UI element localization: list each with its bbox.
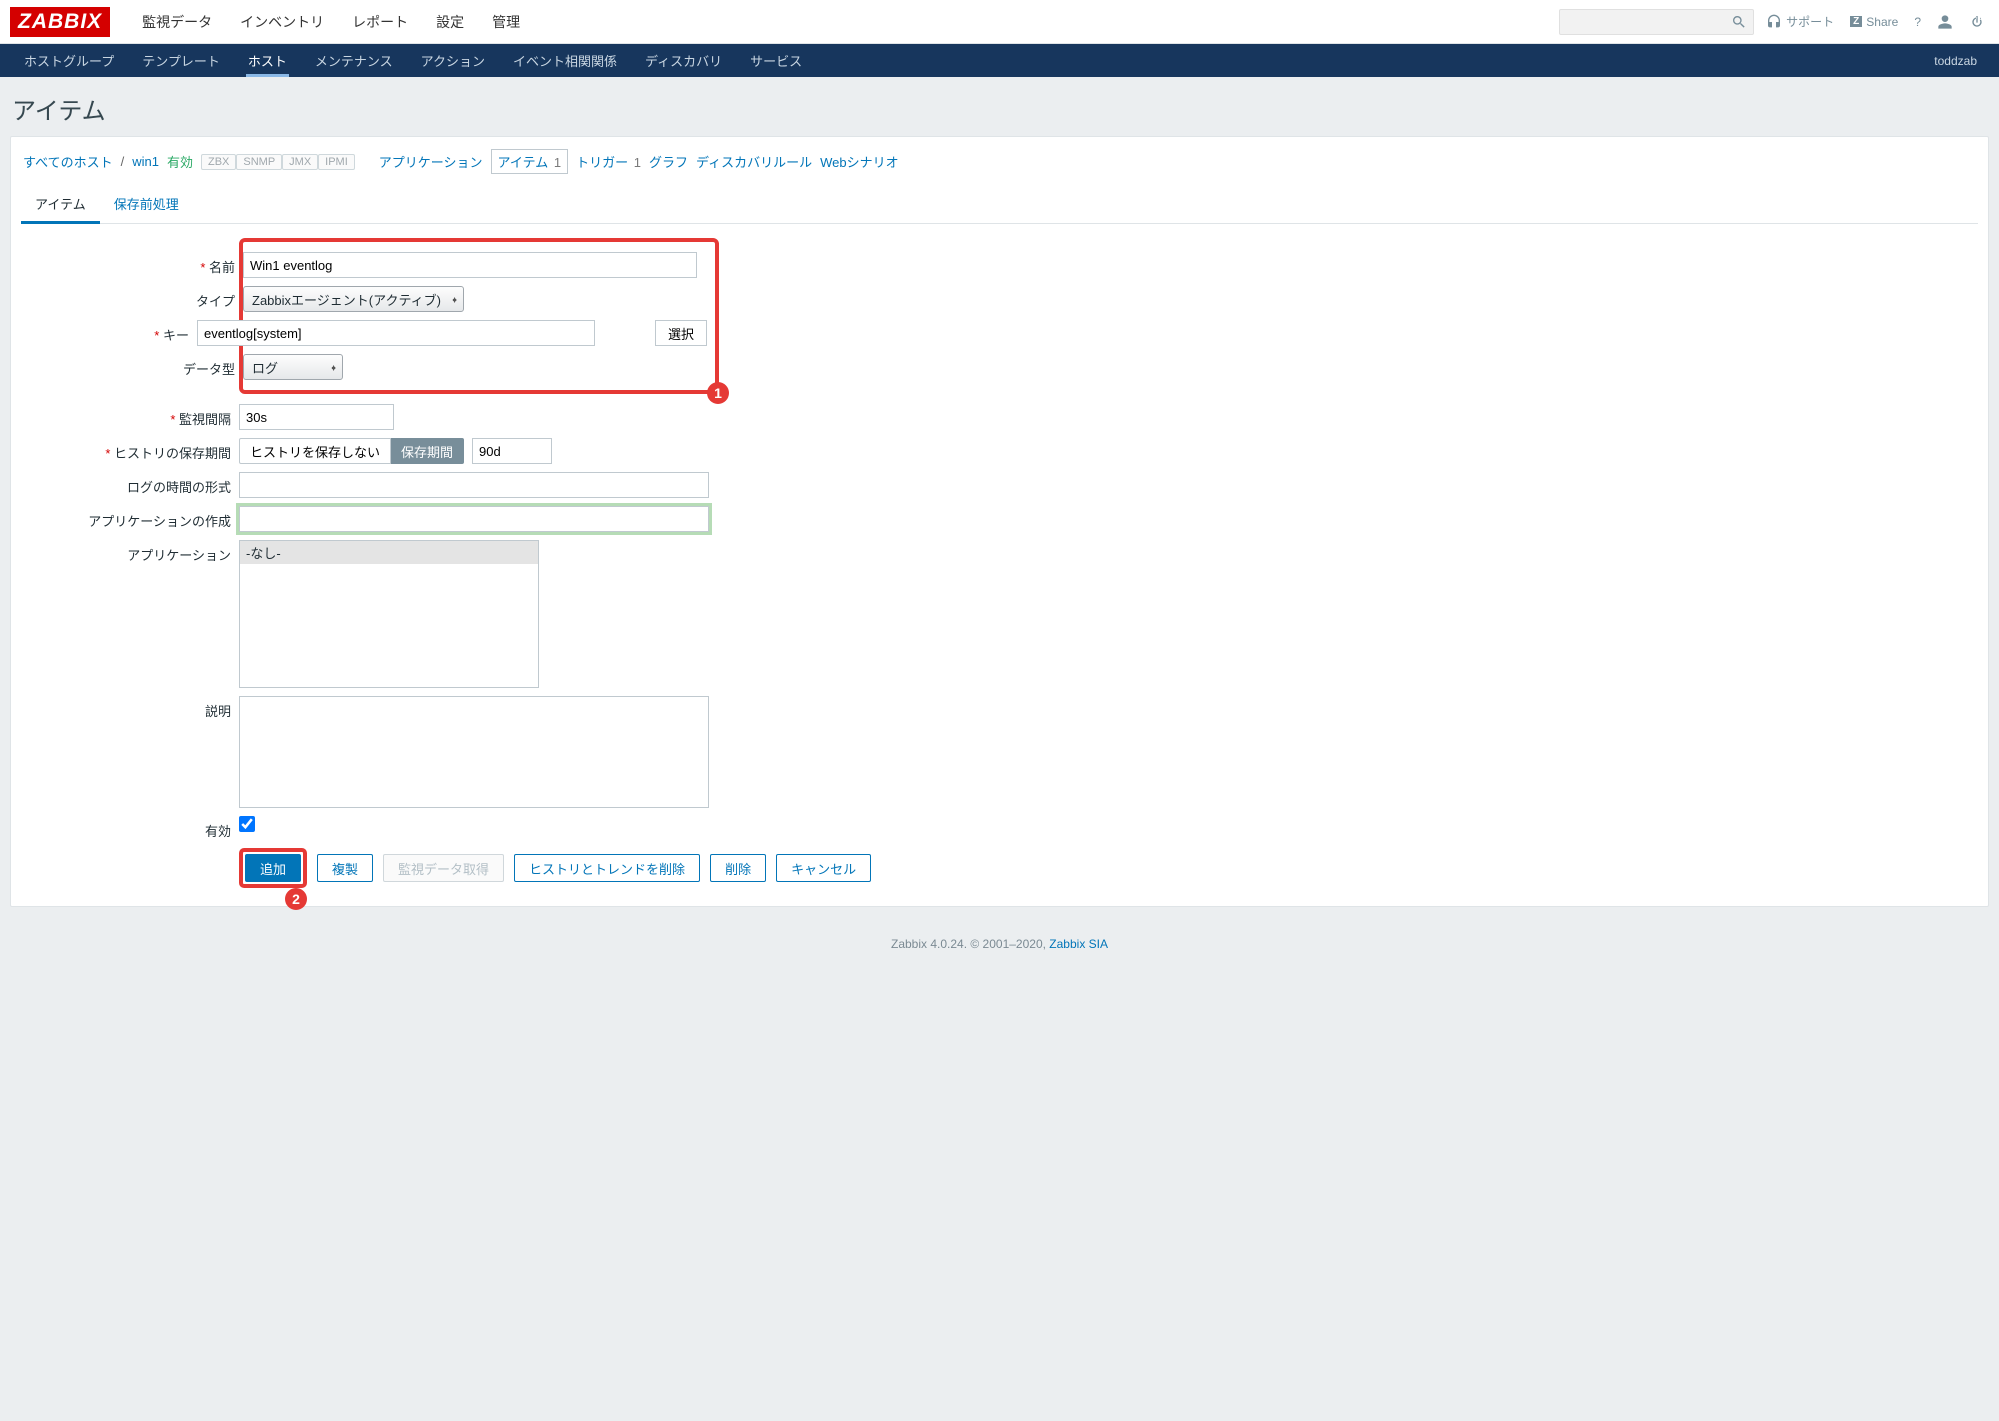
input-history[interactable] bbox=[472, 438, 552, 464]
label-datatype: データ型 bbox=[25, 354, 243, 378]
bc-discovery[interactable]: ディスカバリルール bbox=[696, 152, 812, 171]
subnav-services[interactable]: サービス bbox=[736, 44, 816, 77]
search-input[interactable] bbox=[1559, 9, 1754, 35]
delete-button[interactable]: 削除 bbox=[710, 854, 766, 882]
listbox-app[interactable]: -なし- bbox=[239, 540, 539, 688]
input-name[interactable] bbox=[243, 252, 697, 278]
help-link[interactable]: ? bbox=[1910, 15, 1925, 29]
input-logtime[interactable] bbox=[239, 472, 709, 498]
subnav-maintenance[interactable]: メンテナンス bbox=[301, 44, 407, 77]
bc-status: 有効 bbox=[167, 152, 193, 171]
input-interval[interactable] bbox=[239, 404, 394, 430]
seg-history-off[interactable]: ヒストリを保存しない bbox=[239, 438, 391, 464]
label-logtime: ログの時間の形式 bbox=[21, 472, 239, 496]
input-key[interactable] bbox=[197, 320, 595, 346]
power-icon[interactable] bbox=[1965, 14, 1989, 30]
subnav-hosts[interactable]: ホスト bbox=[234, 44, 301, 77]
bc-graphs[interactable]: グラフ bbox=[649, 152, 688, 171]
chip-snmp: SNMP bbox=[236, 154, 282, 170]
bc-items[interactable]: アイテム bbox=[498, 155, 549, 170]
topnav-inventory[interactable]: インベントリ bbox=[226, 0, 338, 44]
username: toddzab bbox=[1922, 54, 1989, 68]
topnav-monitoring[interactable]: 監視データ bbox=[128, 0, 226, 44]
label-key: キー bbox=[25, 320, 197, 344]
top-bar: ZABBIX 監視データ インベントリ レポート 設定 管理 サポート Z Sh… bbox=[0, 0, 1999, 44]
checkbox-enabled[interactable] bbox=[239, 816, 255, 832]
key-select-button[interactable]: 選択 bbox=[655, 320, 707, 346]
subnav-actions[interactable]: アクション bbox=[407, 44, 499, 77]
tabs: アイテム 保存前処理 bbox=[21, 186, 1978, 224]
sub-bar: ホストグループ テンプレート ホスト メンテナンス アクション イベント相関関係… bbox=[0, 44, 1999, 77]
label-type: タイプ bbox=[25, 286, 243, 310]
label-interval: 監視間隔 bbox=[21, 404, 239, 428]
app-option-none[interactable]: -なし- bbox=[240, 541, 538, 564]
user-icon[interactable] bbox=[1933, 14, 1957, 30]
label-history: ヒストリの保存期間 bbox=[21, 438, 239, 462]
bc-web[interactable]: Webシナリオ bbox=[820, 152, 899, 171]
logo[interactable]: ZABBIX bbox=[10, 7, 110, 37]
search-icon bbox=[1731, 14, 1747, 30]
subnav-discovery[interactable]: ディスカバリ bbox=[631, 44, 736, 77]
breadcrumb: すべてのホスト / win1 有効 ZBX SNMP JMX IPMI アプリケ… bbox=[21, 147, 1978, 186]
bc-host[interactable]: win1 bbox=[132, 154, 159, 169]
z-icon: Z bbox=[1850, 16, 1862, 27]
subnav-correlation[interactable]: イベント相関関係 bbox=[499, 44, 631, 77]
execute-button: 監視データ取得 bbox=[383, 854, 504, 882]
topnav-config[interactable]: 設定 bbox=[422, 0, 478, 44]
bc-applications[interactable]: アプリケーション bbox=[379, 152, 483, 171]
label-enabled: 有効 bbox=[21, 816, 239, 840]
tab-preprocess[interactable]: 保存前処理 bbox=[100, 186, 193, 223]
subnav-templates[interactable]: テンプレート bbox=[128, 44, 234, 77]
input-newapp[interactable] bbox=[239, 506, 709, 532]
select-type[interactable]: Zabbixエージェント(アクティブ) bbox=[243, 286, 464, 312]
page-title: アイテム bbox=[0, 77, 1999, 136]
bc-all-hosts[interactable]: すべてのホスト bbox=[23, 152, 113, 171]
label-name: 名前 bbox=[25, 252, 243, 276]
chip-ipmi: IPMI bbox=[318, 154, 355, 170]
topnav-admin[interactable]: 管理 bbox=[478, 0, 534, 44]
chip-jmx: JMX bbox=[282, 154, 318, 170]
chip-zbx: ZBX bbox=[201, 154, 236, 170]
bc-triggers[interactable]: トリガー bbox=[576, 155, 628, 170]
content-box: すべてのホスト / win1 有効 ZBX SNMP JMX IPMI アプリケ… bbox=[10, 136, 1989, 907]
topnav-reports[interactable]: レポート bbox=[338, 0, 422, 44]
callout-2: 2 bbox=[285, 888, 307, 910]
label-desc: 説明 bbox=[21, 696, 239, 720]
callout-1: 1 bbox=[707, 382, 729, 404]
cancel-button[interactable]: キャンセル bbox=[776, 854, 871, 882]
subnav-hostgroups[interactable]: ホストグループ bbox=[10, 44, 128, 77]
headset-icon bbox=[1766, 14, 1782, 30]
footer: Zabbix 4.0.24. © 2001–2020, Zabbix SIA bbox=[0, 917, 1999, 961]
support-link[interactable]: サポート bbox=[1762, 13, 1838, 30]
label-newapp: アプリケーションの作成 bbox=[21, 506, 239, 530]
textarea-desc[interactable] bbox=[239, 696, 709, 808]
select-datatype[interactable]: ログ bbox=[243, 354, 343, 380]
clear-button[interactable]: ヒストリとトレンドを削除 bbox=[514, 854, 700, 882]
label-app: アプリケーション bbox=[21, 540, 239, 564]
seg-history-period[interactable]: 保存期間 bbox=[391, 438, 464, 464]
share-link[interactable]: Z Share bbox=[1846, 15, 1902, 29]
tab-item[interactable]: アイテム bbox=[21, 186, 100, 224]
clone-button[interactable]: 複製 bbox=[317, 854, 373, 882]
add-button[interactable]: 追加 bbox=[245, 854, 301, 882]
footer-link[interactable]: Zabbix SIA bbox=[1049, 937, 1108, 951]
